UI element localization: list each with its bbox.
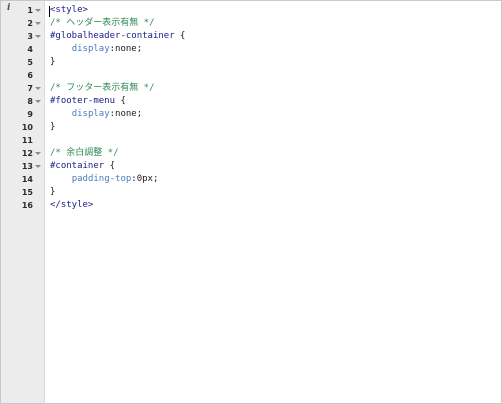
code-token: :none; [109,109,143,119]
line-number: 8 [27,97,33,106]
code-token: /* 余白調整 */ [50,148,119,158]
code-token: } [50,187,56,197]
line-number: 1 [27,6,33,15]
fold-toggle-icon[interactable] [35,35,41,38]
code-token: /* フッター表示有無 */ [50,83,155,93]
code-token: #footer-menu [50,96,116,106]
code-token: { [115,96,126,106]
fold-toggle-icon[interactable] [35,9,41,12]
code-line: /* 余白調整 */ [50,147,119,160]
code-token: /* ヘッダー表示有無 */ [50,18,155,28]
code-line: #container { [50,160,115,173]
fold-toggle-icon[interactable] [35,22,41,25]
code-line: padding-top:0px; [50,173,159,186]
code-token: :0px; [131,174,159,184]
line-number: 4 [27,45,33,54]
line-number: 3 [27,32,33,41]
line-number: 16 [21,201,33,210]
code-line: #footer-menu { [50,95,126,108]
code-line: /* ヘッダー表示有無 */ [50,17,155,30]
code-line: } [50,56,55,69]
line-number: 15 [21,188,33,197]
code-token: { [104,161,116,171]
code-editor[interactable]: i 1 2 3 4 5 6 7 8 9 10 11 12 13 14 15 16 <style>/* ヘッダー… [0,0,502,404]
line-number: 5 [27,58,33,67]
line-number: 10 [21,123,33,132]
line-number: 7 [27,84,33,93]
line-number: 13 [21,162,33,171]
fold-toggle-icon[interactable] [35,87,41,90]
code-token: #container [50,161,105,171]
code-line: /* フッター表示有無 */ [50,82,155,95]
code-token: } [50,122,56,132]
line-number: 12 [21,149,33,158]
fold-toggle-icon[interactable] [35,100,41,103]
code-token: } [50,57,56,67]
line-number: 6 [27,71,33,80]
code-line: } [50,121,55,134]
code-token: { [174,31,186,41]
code-line: </style> [50,199,93,212]
fold-toggle-icon[interactable] [35,152,41,155]
code-line: display:none; [50,43,142,56]
code-line: #globalheader-container { [50,30,185,43]
code-token: display [71,109,110,119]
line-number: 9 [27,110,33,119]
code-token: padding-top [71,174,132,184]
line-number-gutter: i 1 2 3 4 5 6 7 8 9 10 11 12 13 14 15 16 [1,1,45,403]
code-token: <style> [50,5,88,15]
code-line: display:none; [50,108,142,121]
code-line: } [50,186,55,199]
code-token: #globalheader-container [50,31,175,41]
code-text-area[interactable]: <style> /* ヘッダー表示有無 */ #globalheader-conta… [45,1,501,403]
code-token: display [71,44,110,54]
code-token: :none; [109,44,143,54]
line-number: 14 [21,175,33,184]
line-number: 11 [21,136,33,145]
code-token: </style> [50,200,94,210]
code-line: <style> [50,4,88,17]
line-number: 2 [27,19,33,28]
fold-toggle-icon[interactable] [35,165,41,168]
